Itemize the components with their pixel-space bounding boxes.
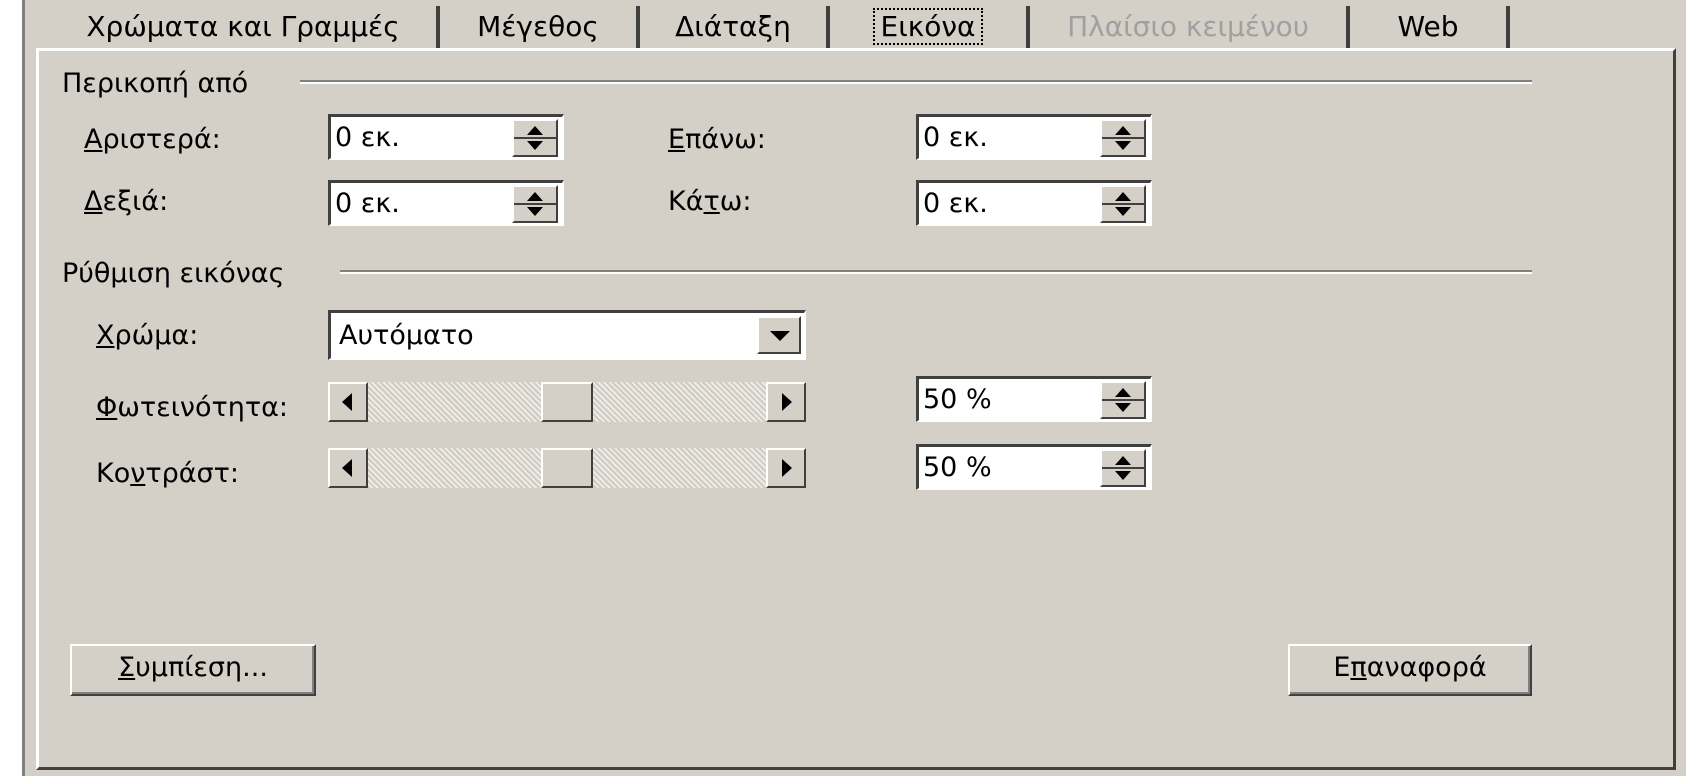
contrast-value[interactable]: 50 % <box>923 447 992 489</box>
contrast-slider[interactable] <box>328 448 806 488</box>
crop-left-spinbox[interactable]: 0 εκ. <box>328 114 564 160</box>
crop-top-label: Επάνω: <box>668 124 766 155</box>
crop-left-label: Αριστερά: <box>84 124 221 155</box>
crop-top-value[interactable]: 0 εκ. <box>923 117 988 159</box>
crop-group-title: Περικοπή από <box>62 68 249 99</box>
image-control-group-title: Ρύθμιση εικόνας <box>62 258 285 289</box>
image-control-group-line <box>340 270 1532 274</box>
tab-layout[interactable]: Διάταξη <box>640 6 830 48</box>
contrast-slider-thumb[interactable] <box>541 448 593 488</box>
contrast-decrease-button[interactable] <box>328 448 368 488</box>
spin-arrows-icon[interactable] <box>512 185 558 223</box>
contrast-label: Κοντράστ: <box>96 458 239 489</box>
arrow-left-icon <box>342 393 352 411</box>
crop-left-value[interactable]: 0 εκ. <box>335 117 400 159</box>
arrow-right-icon <box>782 459 792 477</box>
spin-arrows-icon[interactable] <box>1100 449 1146 487</box>
window-frame-line <box>22 0 25 776</box>
spin-arrows-icon[interactable] <box>1100 185 1146 223</box>
tab-web[interactable]: Web <box>1350 6 1510 48</box>
crop-top-spinbox[interactable]: 0 εκ. <box>916 114 1152 160</box>
tab-picture[interactable]: Εικόνα <box>830 6 1030 48</box>
spin-arrows-icon[interactable] <box>1100 119 1146 157</box>
contrast-increase-button[interactable] <box>766 448 806 488</box>
crop-bottom-label: Κάτω: <box>668 186 752 217</box>
crop-right-spinbox[interactable]: 0 εκ. <box>328 180 564 226</box>
reset-button[interactable]: Επαναφορά <box>1288 644 1532 696</box>
crop-right-value[interactable]: 0 εκ. <box>335 183 400 225</box>
brightness-increase-button[interactable] <box>766 382 806 422</box>
crop-right-label: Δεξιά: <box>84 186 169 217</box>
brightness-decrease-button[interactable] <box>328 382 368 422</box>
color-selected-value[interactable]: Αυτόματο <box>339 313 474 359</box>
tab-text-box: Πλαίσιο κειμένου <box>1030 6 1350 48</box>
crop-bottom-value[interactable]: 0 εκ. <box>923 183 988 225</box>
crop-bottom-spinbox[interactable]: 0 εκ. <box>916 180 1152 226</box>
brightness-slider[interactable] <box>328 382 806 422</box>
brightness-slider-thumb[interactable] <box>541 382 593 422</box>
color-dropdown[interactable]: Αυτόματο <box>328 310 806 360</box>
color-label: Χρώμα: <box>96 320 199 351</box>
tab-colors-lines[interactable]: Χρώματα και Γραμμές <box>50 6 440 48</box>
contrast-spinbox[interactable]: 50 % <box>916 444 1152 490</box>
spin-arrows-icon[interactable] <box>1100 381 1146 419</box>
compress-button[interactable]: Συμπίεση... <box>70 644 316 696</box>
brightness-spinbox[interactable]: 50 % <box>916 376 1152 422</box>
brightness-value[interactable]: 50 % <box>923 379 992 421</box>
crop-group-line <box>300 80 1532 84</box>
arrow-left-icon <box>342 459 352 477</box>
tab-size[interactable]: Μέγεθος <box>440 6 640 48</box>
window-left-edge <box>0 0 22 776</box>
arrow-right-icon <box>782 393 792 411</box>
dropdown-arrow-button[interactable] <box>757 316 801 354</box>
brightness-label: Φωτεινότητα: <box>96 392 288 423</box>
spin-arrows-icon[interactable] <box>512 119 558 157</box>
chevron-down-icon <box>770 331 790 341</box>
